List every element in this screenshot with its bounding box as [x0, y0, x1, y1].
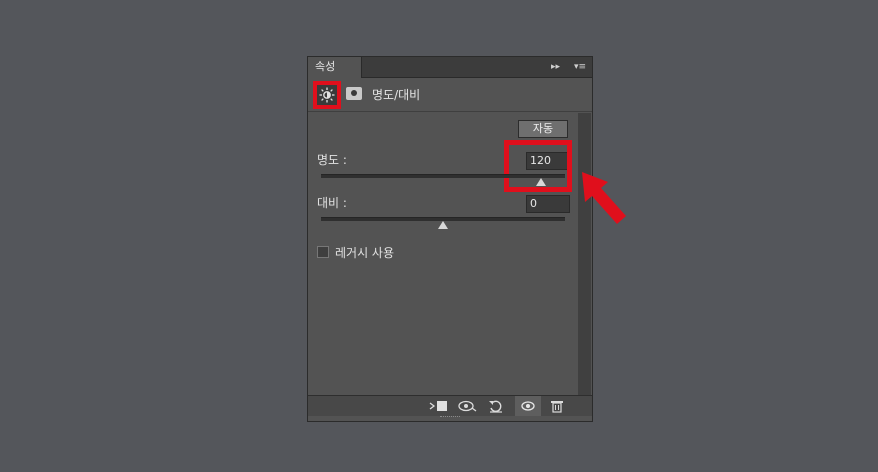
legacy-checkbox[interactable] — [317, 246, 329, 258]
clip-to-layer-icon[interactable] — [428, 399, 448, 416]
mask-icon[interactable] — [346, 87, 362, 100]
collapse-icon[interactable]: ▸▸ — [551, 61, 560, 73]
legacy-label: 레거시 사용 — [335, 246, 395, 260]
red-arrow-annotation — [582, 172, 626, 224]
adjustment-title: 명도/대비 — [372, 88, 421, 102]
auto-button[interactable]: 자동 — [518, 120, 568, 138]
sun-icon[interactable] — [317, 85, 337, 105]
trash-icon[interactable] — [550, 399, 564, 416]
tab-properties[interactable]: 속성 — [308, 57, 362, 78]
brightness-slider-thumb[interactable] — [535, 178, 546, 186]
contrast-label: 대비 : — [317, 196, 347, 210]
reset-icon[interactable] — [488, 399, 504, 416]
panel-menu-icon[interactable]: ▾≡ — [574, 61, 586, 73]
contrast-input[interactable]: 0 — [526, 195, 570, 213]
properties-panel: 속성 ▸▸ ▾≡ 명도/대비 자동 명도 : 120 대비: 0 레거시 사용 — [307, 56, 593, 422]
brightness-slider-track[interactable] — [321, 174, 565, 178]
contrast-slider-thumb[interactable] — [438, 221, 448, 229]
resize-grip[interactable] — [440, 416, 460, 420]
adjustment-header: 명도/대비 — [308, 78, 592, 112]
panel-tabbar: 속성 ▸▸ ▾≡ — [308, 57, 592, 78]
visibility-toggle[interactable] — [515, 396, 541, 416]
view-previous-icon[interactable] — [458, 399, 478, 416]
adjustment-icon-highlight[interactable] — [313, 81, 341, 109]
panel-footer — [308, 395, 592, 416]
brightness-label: 명도 : — [317, 153, 347, 167]
scrollbar[interactable] — [578, 113, 591, 395]
